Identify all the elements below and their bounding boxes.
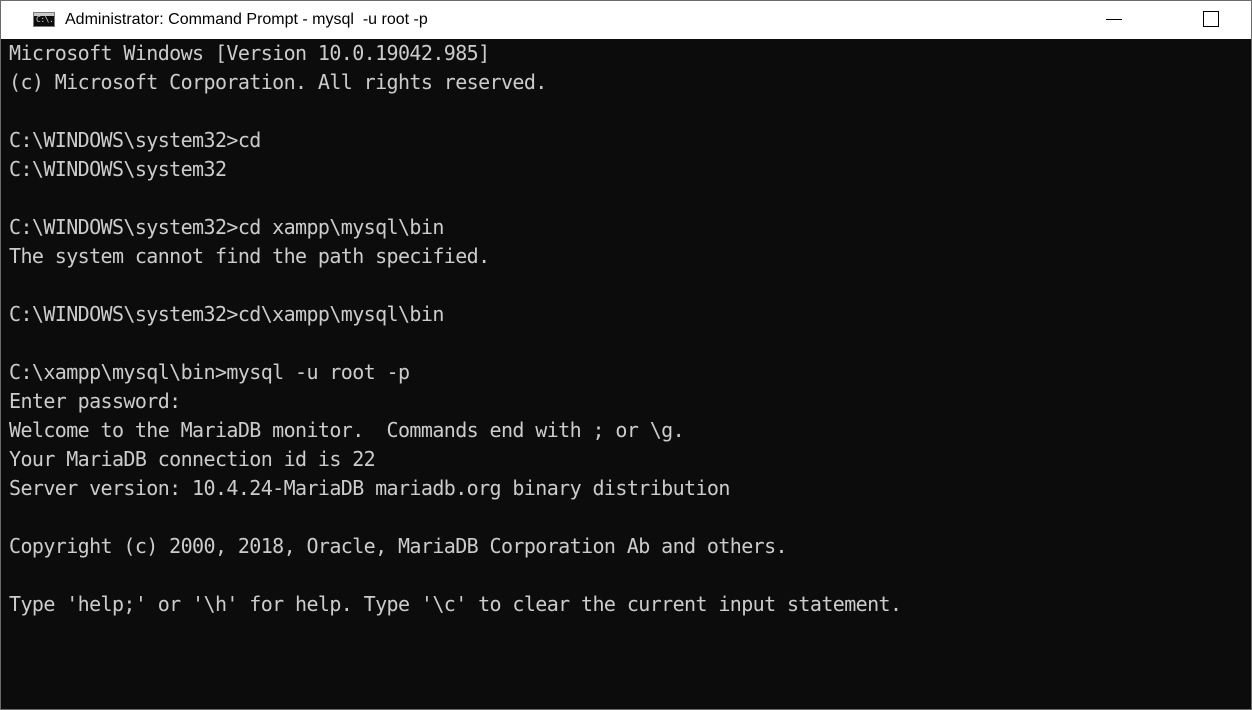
console-line: C:\WINDOWS\system32 (9, 157, 227, 181)
maximize-icon (1203, 11, 1219, 27)
console-line: C:\WINDOWS\system32>cd\xampp\mysql\bin (9, 302, 444, 326)
console-line: Your MariaDB connection id is 22 (9, 447, 376, 471)
cmd-console-icon: C:\. (33, 12, 55, 27)
console-line: Microsoft Windows [Version 10.0.19042.98… (9, 41, 490, 65)
minimize-icon (1106, 19, 1122, 20)
command-prompt-window: C:\. Administrator: Command Prompt - mys… (0, 0, 1252, 710)
console-line: C:\WINDOWS\system32>cd xampp\mysql\bin (9, 215, 444, 239)
minimize-button[interactable] (1091, 1, 1137, 39)
console-line: Enter password: (9, 389, 181, 413)
console-line: Server version: 10.4.24-MariaDB mariadb.… (9, 476, 730, 500)
window-title: Administrator: Command Prompt - mysql -u… (65, 11, 428, 28)
console-line: C:\WINDOWS\system32>cd (9, 128, 261, 152)
console-line: Welcome to the MariaDB monitor. Commands… (9, 418, 685, 442)
console-line: The system cannot find the path specifie… (9, 244, 490, 268)
console-line: C:\xampp\mysql\bin>mysql -u root -p (9, 360, 410, 384)
console-line: (c) Microsoft Corporation. All rights re… (9, 70, 547, 94)
title-bar[interactable]: C:\. Administrator: Command Prompt - mys… (1, 1, 1251, 39)
console-line: Type 'help;' or '\h' for help. Type '\c'… (9, 592, 902, 616)
console-line: Copyright (c) 2000, 2018, Oracle, MariaD… (9, 534, 788, 558)
maximize-button[interactable] (1189, 1, 1235, 39)
console-output[interactable]: Microsoft Windows [Version 10.0.19042.98… (1, 39, 1251, 709)
